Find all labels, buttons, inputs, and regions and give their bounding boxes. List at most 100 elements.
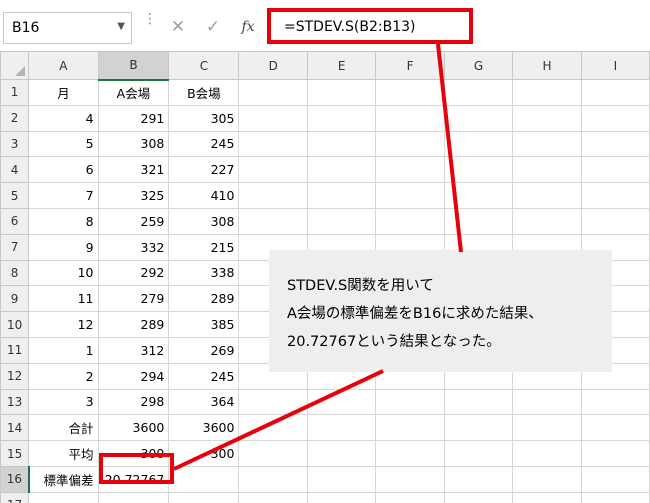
name-box[interactable]: B16 ▼ [3,12,132,44]
cell-a12[interactable]: 2 [28,362,99,390]
cell-a11[interactable]: 1 [28,336,99,364]
cell-h6[interactable] [512,207,582,235]
cell-b17[interactable] [97,491,170,503]
column-header-b[interactable]: B [97,51,170,81]
cell-f1[interactable] [375,79,445,106]
cell-c11[interactable]: 269 [168,336,240,364]
cell-h3[interactable] [512,130,582,158]
cell-c14[interactable]: 3600 [168,414,240,442]
cell-i16[interactable] [580,465,650,493]
cell-e4[interactable] [306,156,377,184]
cell-a17[interactable] [28,491,99,503]
cell-i17[interactable] [580,491,650,503]
row-header[interactable]: 16 [0,465,30,493]
column-header-f[interactable]: F [375,51,445,80]
cell-d3[interactable] [238,130,308,158]
cell-b2[interactable]: 291 [97,104,170,132]
cell-d5[interactable] [238,182,308,209]
column-header-e[interactable]: E [306,51,377,80]
cell-b4[interactable]: 321 [97,156,170,184]
cell-a15[interactable]: 平均 [28,440,99,467]
row-header[interactable]: 14 [0,414,30,442]
cell-h13[interactable] [512,388,582,416]
cell-c13[interactable]: 364 [168,388,240,416]
cell-g4[interactable] [443,156,514,184]
cell-a9[interactable]: 11 [28,285,99,313]
cell-h16[interactable] [512,465,582,493]
row-header[interactable]: 5 [0,182,30,209]
cell-a7[interactable]: 9 [28,233,99,261]
cell-g16[interactable] [443,465,514,493]
cell-e17[interactable] [306,491,377,503]
row-header[interactable]: 13 [0,388,30,416]
cell-b11[interactable]: 312 [97,336,170,364]
cell-b8[interactable]: 292 [97,259,170,287]
cell-i1[interactable] [580,79,650,106]
cell-c3[interactable]: 245 [168,130,240,158]
drag-handle-icon[interactable]: ⋮ [143,12,157,39]
cell-b12[interactable]: 294 [97,362,170,390]
cell-g5[interactable] [443,182,514,209]
cell-h17[interactable] [512,491,582,503]
cell-i3[interactable] [580,130,650,158]
cell-c15[interactable]: 300 [168,440,240,467]
cell-c2[interactable]: 305 [168,104,240,132]
cell-e15[interactable] [306,440,377,467]
row-header[interactable]: 9 [0,285,30,313]
cell-f4[interactable] [375,156,445,184]
cell-d14[interactable] [238,414,308,442]
cell-i15[interactable] [580,440,650,467]
enter-formula-button[interactable]: ✓ [201,14,225,40]
cell-b13[interactable]: 298 [97,388,170,416]
cell-f6[interactable] [375,207,445,235]
cell-c8[interactable]: 338 [168,259,240,287]
insert-function-button[interactable]: fx [236,14,260,40]
row-header[interactable]: 2 [0,104,30,132]
cell-h1[interactable] [512,79,582,106]
cell-b10[interactable]: 289 [97,311,170,338]
cell-b14[interactable]: 3600 [97,414,170,442]
cell-c10[interactable]: 385 [168,311,240,338]
row-header[interactable]: 8 [0,259,30,287]
cell-a8[interactable]: 10 [28,259,99,287]
cell-c9[interactable]: 289 [168,285,240,313]
cell-g6[interactable] [443,207,514,235]
cell-a13[interactable]: 3 [28,388,99,416]
cell-i2[interactable] [580,104,650,132]
cell-h2[interactable] [512,104,582,132]
cell-f14[interactable] [375,414,445,442]
cell-d17[interactable] [238,491,308,503]
cell-e2[interactable] [306,104,377,132]
cell-g13[interactable] [443,388,514,416]
cell-c7[interactable]: 215 [168,233,240,261]
cell-a2[interactable]: 4 [28,104,99,132]
cell-a10[interactable]: 12 [28,311,99,338]
cell-e14[interactable] [306,414,377,442]
cell-d1[interactable] [238,79,308,106]
cell-a4[interactable]: 6 [28,156,99,184]
column-header-g[interactable]: G [443,51,514,80]
cell-b9[interactable]: 279 [97,285,170,313]
cell-b1[interactable]: A会場 [97,79,170,106]
row-header[interactable]: 17 [0,491,30,503]
column-header-h[interactable]: H [512,51,582,80]
row-header[interactable]: 3 [0,130,30,158]
row-header[interactable]: 15 [0,440,30,467]
cell-e6[interactable] [306,207,377,235]
cell-g3[interactable] [443,130,514,158]
cell-i14[interactable] [580,414,650,442]
cell-e1[interactable] [306,79,377,106]
cell-a3[interactable]: 5 [28,130,99,158]
cell-f5[interactable] [375,182,445,209]
cell-e3[interactable] [306,130,377,158]
cell-h4[interactable] [512,156,582,184]
name-box-dropdown-icon[interactable]: ▼ [117,21,125,32]
cell-g17[interactable] [443,491,514,503]
cell-f2[interactable] [375,104,445,132]
cell-c5[interactable]: 410 [168,182,240,209]
cell-i5[interactable] [580,182,650,209]
row-header[interactable]: 10 [0,311,30,338]
cancel-formula-button[interactable]: ✕ [166,14,190,40]
cell-d13[interactable] [238,388,308,416]
cell-c12[interactable]: 245 [168,362,240,390]
